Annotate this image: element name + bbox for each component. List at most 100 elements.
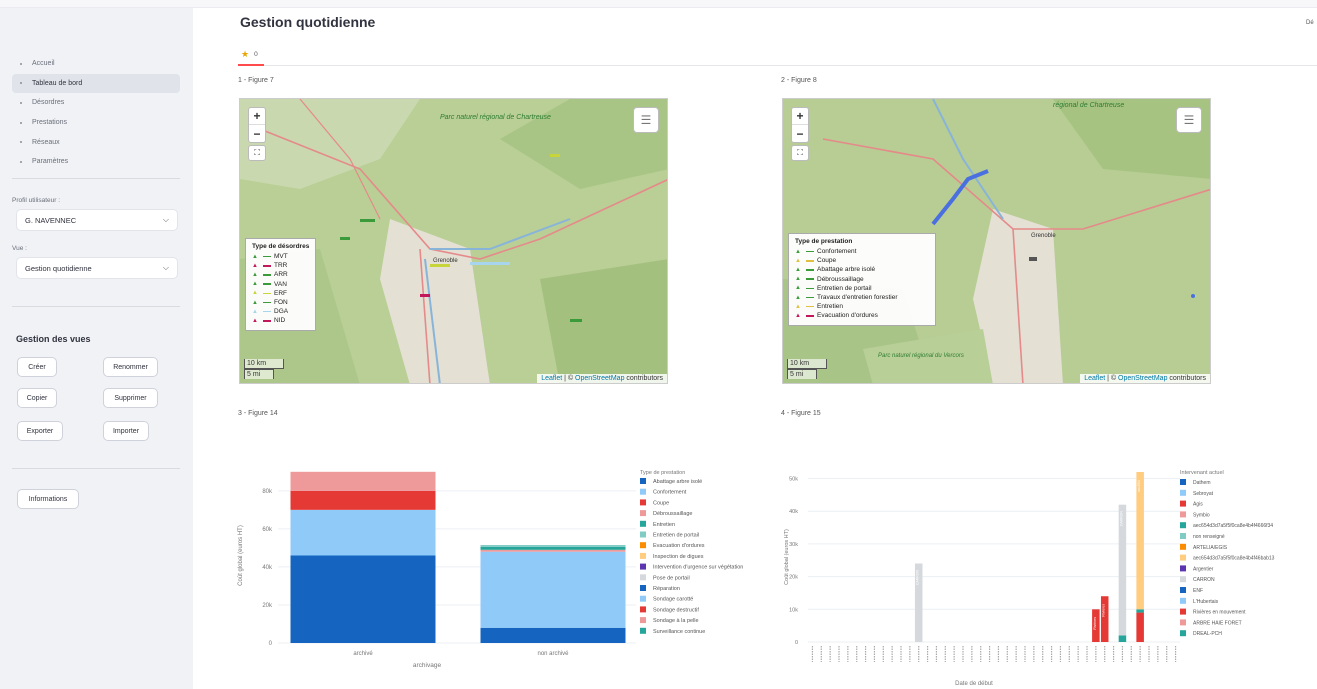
legend-line — [263, 310, 271, 313]
legend-line — [263, 301, 271, 304]
y-tick-label: 40k — [789, 509, 798, 515]
export-view-button[interactable]: Exporter — [17, 421, 63, 441]
sidebar-item-0[interactable]: Accueil — [12, 54, 180, 74]
page-title: Gestion quotidienne — [240, 14, 376, 30]
legend-item: ▲ Débroussaillage — [795, 275, 929, 284]
sidebar-item-1[interactable]: Tableau de bord — [12, 73, 180, 94]
zoom-control: + − — [791, 107, 809, 143]
map-place-label: Parc naturel régional de Chartreuse — [440, 114, 551, 121]
profile-select[interactable]: G. NAVENNEC ⌵ — [16, 209, 178, 231]
legend-swatch — [1180, 511, 1186, 518]
sidebar-item-5[interactable]: Paramètres — [12, 152, 180, 172]
views-section-title: Gestion des vues — [16, 334, 91, 344]
zoom-in-button[interactable]: + — [249, 108, 265, 125]
sidebar-divider — [12, 468, 180, 469]
fullscreen-icon[interactable]: ⛶ — [248, 145, 266, 161]
legend-item: ▲ Entretien — [795, 302, 929, 311]
tab-favorites[interactable]: ★ 0 — [238, 44, 264, 66]
map-legend: Type de désordres ▲ MVT ▲ TRR ▲ ARR ▲ VAN ▲ ERF ▲ F… — [245, 238, 317, 331]
map-figure-8[interactable]: régional de Chartreuse Grenoble Parc nat… — [782, 98, 1211, 384]
legend-label: MVT — [274, 253, 288, 261]
legend-line — [806, 269, 814, 271]
legend-swatch — [640, 563, 646, 570]
zoom-in-button[interactable]: + — [792, 108, 808, 125]
zoom-out-button[interactable]: − — [249, 125, 265, 142]
legend-swatch — [1180, 500, 1186, 507]
view-select[interactable]: Gestion quotidienne ⌵ — [16, 257, 178, 279]
legend-label: Entretien de portail — [817, 284, 872, 292]
import-view-button[interactable]: Importer — [103, 421, 149, 441]
y-axis-label: Coût global (euros HT) — [238, 525, 244, 586]
legend-line — [263, 283, 271, 285]
osm-link[interactable]: OpenStreetMap — [1118, 375, 1167, 382]
sidebar-divider — [12, 306, 180, 307]
legend-label: Abattage arbre isolé — [817, 266, 876, 274]
legend-line — [263, 265, 271, 267]
legend-label: Débroussaillage — [653, 511, 692, 517]
bar-data-label: Rivières — [1102, 604, 1106, 617]
x-axis-label: Date de début — [955, 681, 993, 687]
map-figure-7[interactable]: Parc naturel régional de Chartreuse Gren… — [239, 98, 668, 384]
delete-view-button[interactable]: Supprimer — [103, 388, 158, 408]
sidebar-item-3[interactable]: Prestations — [12, 113, 180, 133]
create-view-button[interactable]: Créer — [17, 357, 57, 377]
triangle-icon: ▲ — [795, 285, 801, 292]
legend-item: ▲ ARR — [252, 270, 309, 279]
legend-label: DREAL-PCH — [1193, 631, 1222, 637]
chart-svg: 0 20k 40k 60k 80k Coût global (euros HT) archi… — [238, 470, 743, 669]
legend-title: Type de prestation — [795, 238, 853, 245]
map-place-label: Parc naturel régional du Vercors — [878, 353, 964, 359]
sidebar-item-2[interactable]: Désordres — [12, 93, 180, 113]
legend-item: ▲ Evacuation d'ordures — [795, 311, 929, 320]
figure-title: 3 - Figure 14 — [238, 410, 278, 417]
legend-label: TRR — [274, 262, 288, 270]
osm-link[interactable]: OpenStreetMap — [575, 375, 624, 382]
view-value: Gestion quotidienne — [25, 263, 92, 273]
scale-mi: 5 mi — [787, 369, 817, 379]
sidebar-item-label: Réseaux — [32, 138, 60, 146]
legend-label: Evacuation d'ordures — [653, 543, 705, 549]
legend-swatch — [640, 627, 646, 634]
fullscreen-icon[interactable]: ⛶ — [791, 145, 809, 161]
legend-label: Pose de portail — [653, 575, 690, 581]
triangle-icon: ▲ — [795, 276, 801, 283]
legend-swatch — [640, 531, 646, 538]
layers-icon[interactable]: ☰ — [1176, 107, 1202, 133]
legend-swatch — [1180, 533, 1186, 539]
legend-label: DGA — [274, 308, 289, 316]
triangle-icon: ▲ — [252, 262, 258, 269]
legend-label: Abattage arbre isolé — [653, 479, 702, 485]
map-attribution: Leaflet | © OpenStreetMap contributors — [1080, 374, 1210, 383]
figure-title: 1 - Figure 7 — [238, 77, 274, 84]
chart-figure-15: 0 10k 20k 30k 40k 50k Coût global (euros HT) CA… — [778, 460, 1317, 689]
sidebar-item-label: Prestations — [32, 119, 68, 127]
bullet-icon — [20, 121, 22, 124]
copy-view-button[interactable]: Copier — [17, 388, 57, 408]
bar-data-label: aec654 — [1137, 480, 1141, 492]
sidebar-item-4[interactable]: Réseaux — [12, 132, 180, 152]
informations-button[interactable]: Informations — [17, 489, 79, 509]
x-axis-label: archivage — [413, 662, 442, 669]
legend-label: Argentier — [1193, 566, 1214, 572]
triangle-icon: ▲ — [252, 317, 258, 324]
legend-label: Entretien — [817, 303, 844, 311]
leaflet-link[interactable]: Leaflet — [541, 375, 562, 382]
rename-view-button[interactable]: Renommer — [103, 357, 158, 377]
legend-line — [263, 255, 271, 258]
legend-swatch — [640, 520, 646, 527]
legend-line — [263, 320, 271, 322]
bar-segment — [480, 549, 626, 552]
legend-label: ARR — [274, 271, 288, 279]
legend-label: Rivières en mouvement — [1193, 610, 1246, 616]
leaflet-link[interactable]: Leaflet — [1084, 375, 1105, 382]
legend-swatch — [1180, 608, 1186, 615]
legend-swatch — [640, 510, 646, 517]
layers-icon[interactable]: ☰ — [633, 107, 659, 133]
legend-label: ARTELIA/EGIS — [1193, 545, 1228, 551]
header-right-text: Dé — [1306, 20, 1314, 26]
legend-label: Intervention d'urgence sur végétation — [653, 565, 743, 571]
zoom-out-button[interactable]: − — [792, 125, 808, 142]
legend-label: ENF — [1193, 588, 1203, 594]
map-scale: 10 km 5 mi — [244, 359, 284, 379]
y-tick-label: 30k — [789, 542, 798, 548]
